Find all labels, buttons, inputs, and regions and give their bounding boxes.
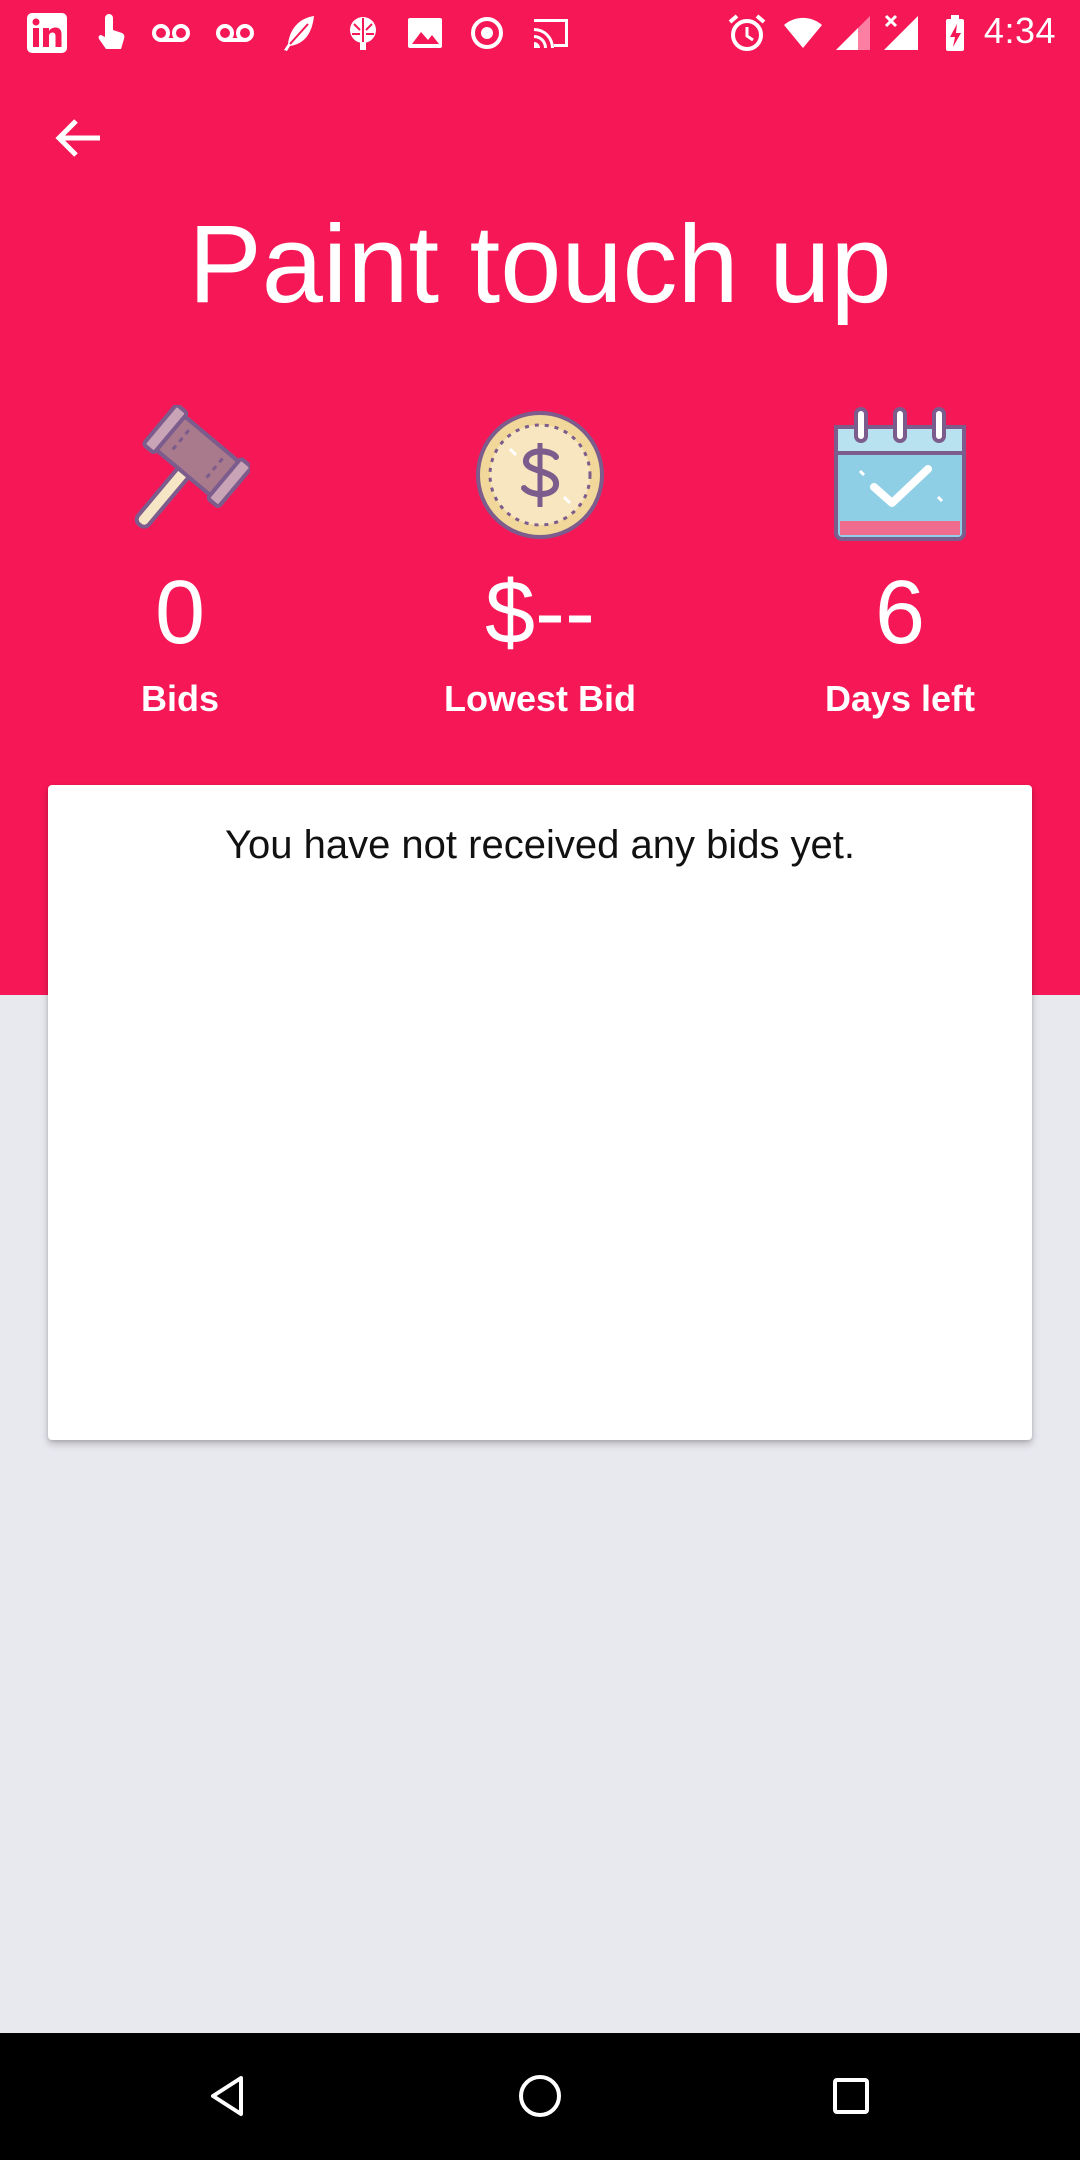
signal-icon bbox=[832, 12, 874, 54]
voicemail-icon bbox=[214, 12, 256, 54]
alarm-icon bbox=[726, 12, 768, 54]
signal-x-icon bbox=[880, 12, 922, 54]
record-icon bbox=[466, 12, 508, 54]
lowest-bid-value: $-- bbox=[485, 563, 595, 663]
nav-recents-button[interactable] bbox=[806, 2051, 896, 2141]
square-recents-icon bbox=[833, 2078, 869, 2114]
empty-bids-message: You have not received any bids yet. bbox=[224, 823, 856, 867]
nav-back-button[interactable] bbox=[183, 2051, 273, 2141]
stat-lowest-bid: $-- Lowest Bid bbox=[360, 405, 720, 721]
page-title: Paint touch up bbox=[188, 203, 892, 326]
stat-bids: 0 Bids bbox=[0, 405, 360, 721]
nav-home-button[interactable] bbox=[495, 2051, 585, 2141]
bids-count: 0 bbox=[154, 563, 206, 663]
voicemail-icon bbox=[150, 12, 192, 54]
bids-label: Bids bbox=[140, 678, 219, 719]
status-clock: 4:34 bbox=[983, 10, 1056, 51]
gavel-icon bbox=[110, 405, 250, 545]
triangle-back-icon bbox=[211, 2076, 243, 2116]
days-left-label: Days left bbox=[824, 678, 976, 719]
bids-card: You have not received any bids yet. bbox=[48, 785, 1032, 1440]
system-nav-bar bbox=[0, 2033, 1080, 2160]
back-button[interactable] bbox=[40, 100, 116, 176]
cast-icon bbox=[530, 12, 572, 54]
linkedin-icon bbox=[26, 12, 68, 54]
circle-home-icon bbox=[519, 2075, 561, 2117]
lowest-bid-label: Lowest Bid bbox=[443, 678, 636, 719]
stat-days-left: 6 Days left bbox=[720, 405, 1080, 721]
days-left-value: 6 bbox=[874, 563, 926, 663]
brain-icon bbox=[342, 12, 384, 54]
touch-icon bbox=[90, 12, 132, 54]
coin-icon bbox=[470, 405, 610, 545]
arrow-left-icon bbox=[55, 119, 100, 157]
feather-icon bbox=[278, 12, 320, 54]
calendar-check-icon bbox=[830, 405, 970, 545]
status-bar: 4:34 bbox=[0, 0, 1080, 66]
battery-charging-icon bbox=[934, 12, 976, 54]
wifi-icon bbox=[782, 12, 824, 54]
image-icon bbox=[404, 12, 446, 54]
